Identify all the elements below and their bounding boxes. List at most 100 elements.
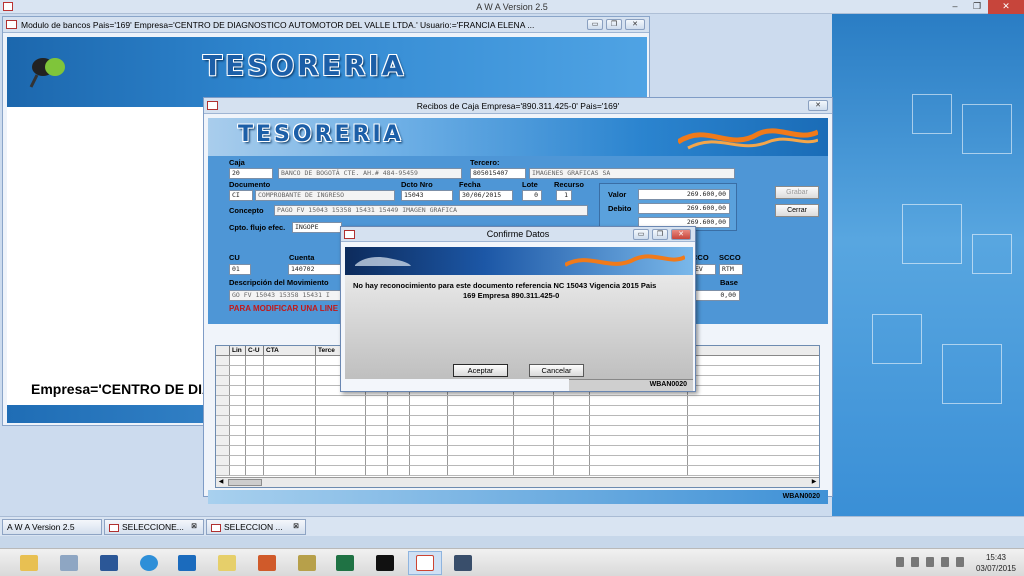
- table-row[interactable]: [216, 426, 819, 436]
- valor-field[interactable]: 269.600,00: [638, 189, 730, 200]
- tercero-id-field[interactable]: 805015407: [470, 168, 526, 179]
- cuenta-field[interactable]: 140702: [288, 264, 344, 275]
- concepto-field[interactable]: PAGO FV 15043 15358 15431 15449 IMAGEN G…: [274, 205, 588, 216]
- doc-code-field[interactable]: CI: [229, 190, 253, 201]
- horizontal-scrollbar[interactable]: ◀ ▶: [216, 477, 819, 487]
- cpto-flujo-label: Cpto. flujo efec.: [229, 223, 286, 232]
- table-row[interactable]: [216, 436, 819, 446]
- notes-icon: [218, 555, 236, 571]
- cu-field[interactable]: 01: [229, 264, 251, 275]
- taskbar-keys[interactable]: [290, 551, 324, 575]
- tesoreria-logo: TESORERIA: [238, 122, 404, 147]
- window-controls: ✕: [808, 100, 828, 111]
- window-icon[interactable]: [344, 230, 355, 239]
- restore-icon[interactable]: ❐: [966, 0, 988, 14]
- doc-name-field[interactable]: COMPROBANTE DE INGRESO: [255, 190, 395, 201]
- taskbar-clock[interactable]: 15:43 03/07/2015: [976, 552, 1016, 574]
- volume-icon[interactable]: [956, 557, 964, 567]
- tesoreria-logo: TESORERIA: [203, 49, 407, 82]
- dialog-form-code: WBAN0020: [649, 381, 687, 388]
- close-icon[interactable]: ✕: [625, 19, 645, 30]
- taskbar-paint[interactable]: [250, 551, 284, 575]
- minimize-icon[interactable]: ▭: [633, 229, 649, 240]
- taskbar-awa[interactable]: [408, 551, 442, 575]
- mdi-tab-awa[interactable]: A W A Version 2.5: [2, 519, 102, 535]
- app-menu-icon[interactable]: [3, 2, 13, 11]
- clock-date: 03/07/2015: [975, 564, 1016, 573]
- tray-icon[interactable]: [926, 557, 934, 567]
- taskbar-internet-explorer[interactable]: [132, 551, 166, 575]
- table-row[interactable]: [216, 396, 819, 406]
- form-code: WBAN0020: [782, 493, 820, 500]
- window-title: Modulo de bancos Pais='169' Empresa='CEN…: [21, 20, 535, 30]
- cerrar-button[interactable]: Cerrar: [775, 204, 819, 217]
- close-icon[interactable]: ⊠: [191, 520, 197, 534]
- window-icon[interactable]: [6, 20, 17, 29]
- mdi-tab-strip: A W A Version 2.5 SELECCIONE... ⊠ SELECC…: [0, 516, 1024, 536]
- scroll-right-icon[interactable]: ▶: [809, 478, 819, 487]
- browser-icon: [140, 555, 158, 571]
- tercero-name-field[interactable]: IMAGENES GRAFICAS SA: [529, 168, 735, 179]
- clock-time: 15:43: [985, 553, 1006, 562]
- base-field[interactable]: 0,00: [692, 290, 740, 301]
- table-row[interactable]: [216, 416, 819, 426]
- dialog-banner: [345, 247, 693, 275]
- close-icon[interactable]: ✕: [671, 229, 691, 240]
- caja-name-field[interactable]: BANCO DE BOGOTÁ CTE. AH.# 484-95459: [278, 168, 462, 179]
- scroll-left-icon[interactable]: ◀: [216, 478, 226, 487]
- calculator-icon: [60, 555, 78, 571]
- table-row[interactable]: [216, 466, 819, 476]
- footer-strip: WBAN0020: [208, 490, 828, 504]
- taskbar-file-explorer[interactable]: [12, 551, 46, 575]
- dcto-nro-field[interactable]: 15043: [401, 190, 453, 201]
- caja-code-field[interactable]: 20: [229, 168, 273, 179]
- car-silhouette-icon: [355, 257, 411, 266]
- debito-field[interactable]: 269.600,00: [638, 203, 730, 214]
- tray-icon[interactable]: [896, 557, 904, 567]
- window-icon[interactable]: [207, 101, 218, 110]
- confirm-dialog: Confirme Datos ▭ ❐ ✕ No hay reconocimien…: [340, 226, 696, 392]
- fecha-field[interactable]: 30/06/2015: [459, 190, 513, 201]
- dcto-nro-label: Dcto Nro: [401, 180, 433, 189]
- mdi-tab-seleccione[interactable]: SELECCIONE... ⊠: [104, 519, 204, 535]
- close-icon[interactable]: ⊠: [293, 520, 299, 534]
- taskbar-notes[interactable]: [210, 551, 244, 575]
- remote-desktop-icon: [454, 555, 472, 571]
- minimize-icon[interactable]: ▭: [587, 19, 603, 30]
- window-titlebar: Recibos de Caja Empresa='890.311.425-0' …: [204, 98, 832, 114]
- table-row[interactable]: [216, 456, 819, 466]
- scroll-thumb[interactable]: [228, 479, 262, 486]
- lote-field[interactable]: 0: [522, 190, 542, 201]
- recurso-field[interactable]: 1: [556, 190, 572, 201]
- table-row[interactable]: [216, 446, 819, 456]
- close-icon[interactable]: ✕: [988, 0, 1024, 14]
- wave-logo-icon: [565, 254, 685, 267]
- scco-field[interactable]: RTM: [719, 264, 743, 275]
- restore-icon[interactable]: ❐: [652, 229, 668, 240]
- dialog-footer: WBAN0020: [569, 379, 693, 391]
- cancelar-button[interactable]: Cancelar: [529, 364, 584, 377]
- table-row[interactable]: [216, 406, 819, 416]
- grabar-button[interactable]: Grabar: [775, 186, 819, 199]
- tray-icon[interactable]: [911, 557, 919, 567]
- grid-col-lin: Lin: [230, 346, 246, 355]
- taskbar-excel[interactable]: [328, 551, 362, 575]
- cpto-flujo-field[interactable]: INGOPE: [292, 222, 342, 233]
- mdi-tab-seleccion[interactable]: SELECCION ... ⊠: [206, 519, 306, 535]
- close-icon[interactable]: ✕: [808, 100, 828, 111]
- minimize-icon[interactable]: –: [944, 0, 966, 14]
- restore-icon[interactable]: ❐: [606, 19, 622, 30]
- taskbar-outlook[interactable]: [170, 551, 204, 575]
- taskbar-remote[interactable]: [446, 551, 480, 575]
- taskbar-cmd[interactable]: [368, 551, 402, 575]
- taskbar-word[interactable]: [92, 551, 126, 575]
- network-icon[interactable]: [941, 557, 949, 567]
- grid-col-cta: CTA: [264, 346, 316, 355]
- debito-label: Debito: [608, 204, 632, 213]
- taskbar-calculator[interactable]: [52, 551, 86, 575]
- grid-corner: [216, 346, 230, 355]
- aceptar-button[interactable]: Aceptar: [453, 364, 508, 377]
- mdi-tab-label: SELECCION ...: [224, 522, 283, 532]
- descripcion-field[interactable]: GO FV 15043 15358 15431 I: [229, 290, 347, 301]
- empresa-label: Empresa='CENTRO DE DIAG: [31, 381, 223, 397]
